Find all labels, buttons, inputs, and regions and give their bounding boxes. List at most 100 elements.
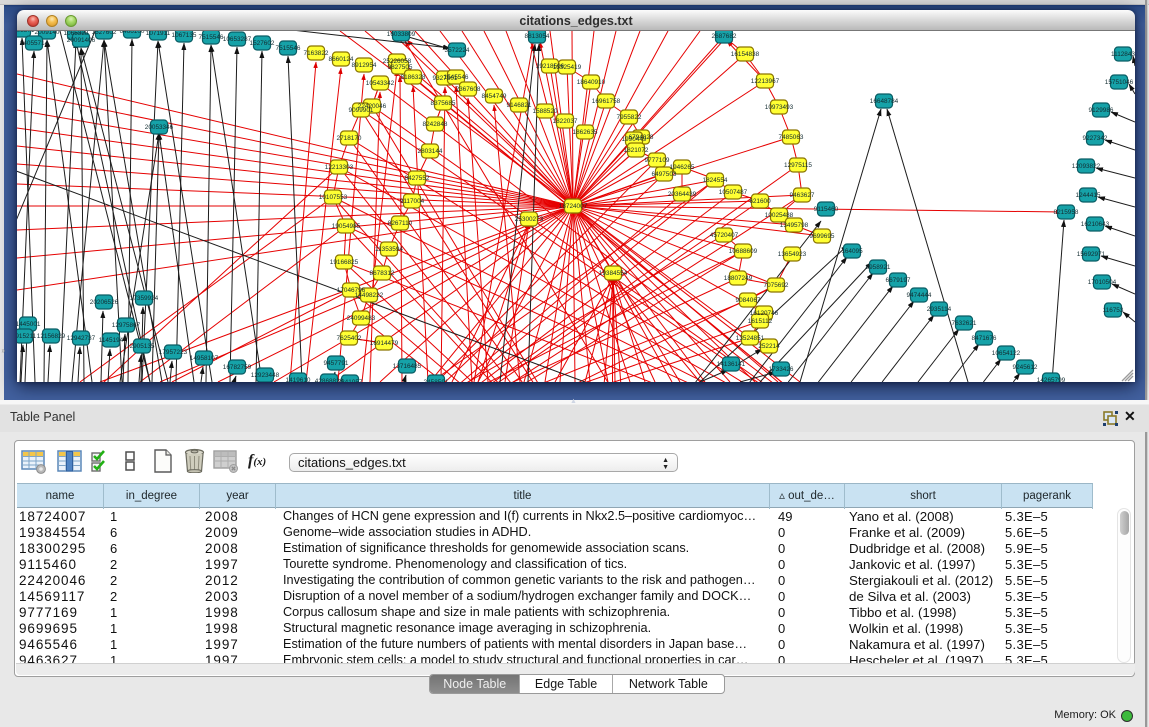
svg-text:9457791: 9457791 xyxy=(324,360,349,367)
svg-text:8912954: 8912954 xyxy=(352,62,377,69)
svg-text:9227342: 9227342 xyxy=(1083,135,1108,142)
svg-text:7955822: 7955822 xyxy=(617,114,642,121)
svg-text:13716485: 13716485 xyxy=(393,363,422,370)
svg-text:1145194: 1145194 xyxy=(99,337,124,344)
svg-text:19384554: 19384554 xyxy=(599,270,628,277)
svg-text:9777109: 9777109 xyxy=(645,157,670,164)
svg-text:12156829: 12156829 xyxy=(37,333,66,340)
svg-text:2458591: 2458591 xyxy=(424,379,449,382)
svg-text:1112843: 1112843 xyxy=(1111,51,1135,58)
svg-text:10543342: 10543342 xyxy=(366,80,395,87)
svg-text:9699695: 9699695 xyxy=(810,233,835,240)
svg-text:12942737: 12942737 xyxy=(67,335,96,342)
svg-text:8813054: 8813054 xyxy=(525,33,550,40)
svg-text:15692971: 15692971 xyxy=(1077,251,1106,258)
svg-text:18640910: 18640910 xyxy=(577,79,606,86)
svg-text:2718170: 2718170 xyxy=(337,135,362,142)
svg-text:1405571: 1405571 xyxy=(17,31,35,34)
svg-text:13325419: 13325419 xyxy=(553,64,582,71)
svg-text:1615112: 1615112 xyxy=(748,318,773,325)
svg-text:16210643: 16210643 xyxy=(1081,221,1110,228)
svg-text:1824554: 1824554 xyxy=(703,177,728,184)
svg-text:10107553: 10107553 xyxy=(319,194,348,201)
svg-text:8454749: 8454749 xyxy=(482,93,507,100)
svg-text:16154838: 16154838 xyxy=(731,51,760,58)
svg-text:18807249: 18807249 xyxy=(724,275,753,282)
svg-text:8427552: 8427552 xyxy=(405,175,430,182)
svg-text:20364439: 20364439 xyxy=(668,191,697,198)
svg-text:164095: 164095 xyxy=(841,248,863,255)
svg-text:10507487: 10507487 xyxy=(719,189,748,196)
svg-text:20091406: 20091406 xyxy=(67,37,96,44)
svg-text:9245612: 9245612 xyxy=(1013,364,1038,371)
svg-text:10973493: 10973493 xyxy=(765,104,794,111)
svg-text:16120746: 16120746 xyxy=(750,310,779,317)
svg-text:3572224: 3572224 xyxy=(445,47,470,54)
svg-text:621600: 621600 xyxy=(749,198,771,205)
svg-text:2803144: 2803144 xyxy=(418,148,443,155)
svg-text:8267110: 8267110 xyxy=(388,220,413,227)
svg-text:7485063: 7485063 xyxy=(779,134,804,141)
svg-text:8471676: 8471676 xyxy=(972,335,997,342)
svg-text:6679197: 6679197 xyxy=(886,277,911,284)
svg-text:12213967: 12213967 xyxy=(751,78,780,85)
svg-text:9146821: 9146821 xyxy=(507,102,532,109)
svg-text:16914479: 16914479 xyxy=(370,340,399,347)
svg-text:9084067: 9084067 xyxy=(736,297,761,304)
svg-text:12923448: 12923448 xyxy=(251,372,280,379)
svg-text:10653287: 10653287 xyxy=(223,36,252,43)
svg-text:13524851: 13524851 xyxy=(736,335,765,342)
svg-text:20053346: 20053346 xyxy=(145,124,174,131)
svg-text:16782759: 16782759 xyxy=(223,364,252,371)
svg-text:1419610: 1419610 xyxy=(286,377,311,382)
svg-text:24099483: 24099483 xyxy=(347,315,376,322)
svg-text:10025488: 10025488 xyxy=(765,212,794,219)
svg-text:7163822: 7163822 xyxy=(304,50,329,57)
svg-text:6497503: 6497503 xyxy=(652,171,677,178)
svg-text:1067135: 1067135 xyxy=(172,32,197,39)
svg-text:13654923: 13654923 xyxy=(778,251,807,258)
svg-text:16961758: 16961758 xyxy=(592,98,621,105)
svg-text:9463627: 9463627 xyxy=(790,192,815,199)
svg-text:11353594: 11353594 xyxy=(375,246,403,253)
svg-text:1527602: 1527602 xyxy=(92,31,117,36)
svg-text:17957223: 17957223 xyxy=(159,349,188,356)
svg-text:9129986: 9129986 xyxy=(1089,107,1114,114)
svg-text:7632621: 7632621 xyxy=(952,320,977,327)
svg-text:17010504: 17010504 xyxy=(1088,279,1117,286)
svg-text:7075692: 7075692 xyxy=(764,282,789,289)
svg-text:1545546: 1545546 xyxy=(444,74,469,81)
svg-text:1244415: 1244415 xyxy=(1076,192,1101,199)
svg-text:116753: 116753 xyxy=(1103,307,1124,314)
svg-text:2687682: 2687682 xyxy=(712,33,737,40)
svg-text:14265799: 14265799 xyxy=(1037,377,1066,382)
svg-text:19054985: 19054985 xyxy=(332,223,361,230)
svg-text:1527602: 1527602 xyxy=(250,40,275,47)
svg-text:7515546: 7515546 xyxy=(199,34,224,41)
svg-text:14136141: 14136141 xyxy=(717,361,746,368)
svg-text:7625402: 7625402 xyxy=(337,335,362,342)
svg-text:1946265: 1946265 xyxy=(670,164,695,171)
svg-text:1588520: 1588520 xyxy=(533,108,558,115)
svg-text:9827505: 9827505 xyxy=(388,64,413,71)
svg-text:1990449: 1990449 xyxy=(622,136,647,143)
svg-text:10688609: 10688609 xyxy=(729,248,758,255)
svg-text:14958107: 14958107 xyxy=(190,355,219,362)
svg-text:12213303: 12213303 xyxy=(325,164,354,171)
svg-text:1445001: 1445001 xyxy=(17,321,41,328)
svg-text:1821072: 1821072 xyxy=(624,147,649,154)
svg-text:9117004: 9117004 xyxy=(400,198,425,205)
svg-text:2905135: 2905135 xyxy=(130,343,155,350)
svg-text:12093822: 12093822 xyxy=(1072,163,1101,170)
svg-text:6466100: 6466100 xyxy=(120,31,145,35)
svg-text:252214: 252214 xyxy=(758,343,780,350)
svg-text:1071911: 1071911 xyxy=(146,31,171,37)
svg-text:16648784: 16648784 xyxy=(870,98,899,105)
svg-text:1862635: 1862635 xyxy=(573,129,598,136)
svg-text:8678312: 8678312 xyxy=(370,270,395,277)
svg-text:19166825: 19166825 xyxy=(330,259,359,266)
svg-text:25300273: 25300273 xyxy=(515,216,544,223)
svg-text:20206526: 20206526 xyxy=(90,299,119,306)
svg-text:8375685: 8375685 xyxy=(431,100,456,107)
svg-text:16033809: 16033809 xyxy=(387,31,416,38)
